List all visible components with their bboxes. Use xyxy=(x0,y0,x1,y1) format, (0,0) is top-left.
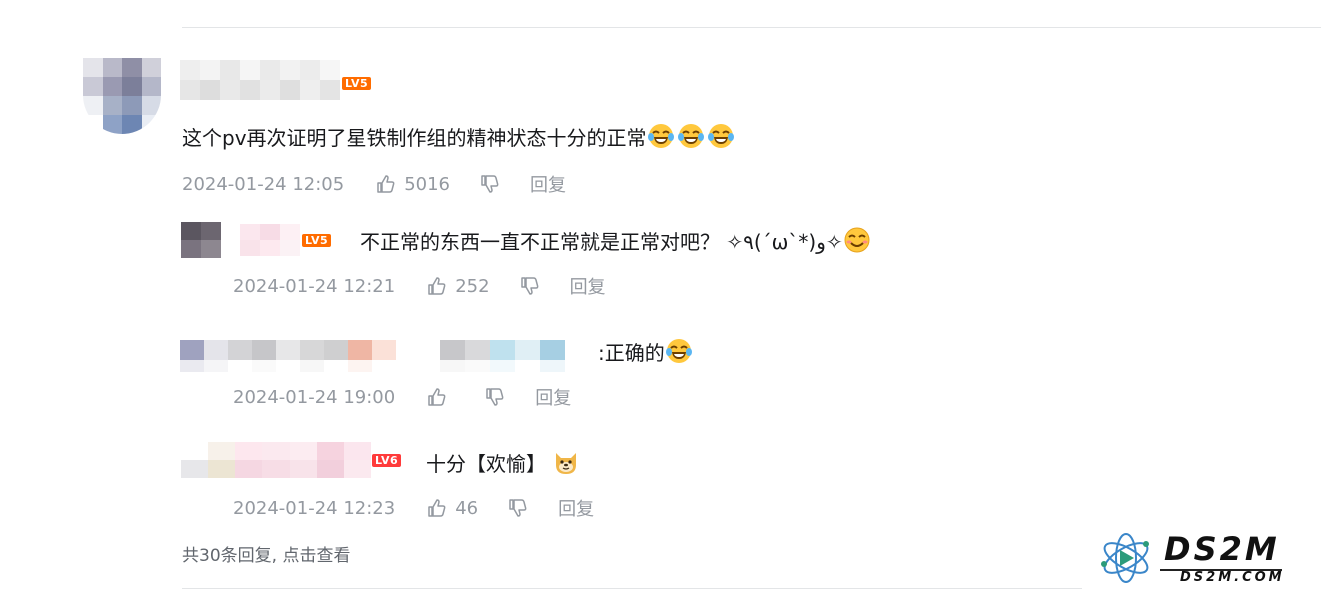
thumbs-up-icon xyxy=(428,388,446,406)
reply-button[interactable]: 回复 xyxy=(535,384,571,410)
watermark-title: DS2M xyxy=(1164,530,1280,568)
reply-button[interactable]: 回复 xyxy=(570,273,606,299)
reply-text: 不正常的东西一直不正常就是正常对吧？ ✧٩(ˊωˋ*)و✧ xyxy=(360,226,873,256)
like-button[interactable]: 46 xyxy=(427,498,508,519)
top-divider xyxy=(182,27,1321,28)
reply-text: :正确的 xyxy=(598,337,695,367)
doge-emoji xyxy=(556,453,576,474)
like-count: 5016 xyxy=(404,173,451,195)
level-badge: LV5 xyxy=(302,234,332,247)
reply-meta: 2024-01-24 12:21 252 回复 xyxy=(233,273,606,299)
laughing-tears-emoji xyxy=(665,339,692,363)
thumbs-down-icon xyxy=(509,499,527,517)
username[interactable] xyxy=(180,60,340,100)
reply-time: 2024-01-24 12:21 xyxy=(233,275,396,297)
dislike-button[interactable] xyxy=(480,174,500,194)
comment-time: 2024-01-24 12:05 xyxy=(182,173,345,195)
reply-meta: 2024-01-24 19:00 回复 xyxy=(233,384,571,410)
blush-smile-emoji xyxy=(844,227,870,253)
reply-username[interactable] xyxy=(181,442,371,478)
thumbs-up-icon xyxy=(428,277,446,295)
thumbs-down-icon xyxy=(486,388,504,406)
reply-avatar[interactable] xyxy=(181,222,221,258)
reply-text: 十分【欢愉】 xyxy=(426,448,582,478)
thumbs-down-icon xyxy=(520,277,538,295)
laughing-tears-emoji xyxy=(707,124,734,148)
watermark: DS2M DS2M.COM xyxy=(1096,528,1310,588)
mentioned-username[interactable] xyxy=(440,340,590,372)
view-all-replies-link[interactable]: 共30条回复, 点击查看 xyxy=(182,541,350,566)
like-count: 46 xyxy=(455,497,479,519)
laughing-tears-emoji xyxy=(677,124,704,148)
reply-button[interactable]: 回复 xyxy=(558,495,594,521)
like-count: 252 xyxy=(455,275,490,297)
comment-text: 这个pv再次证明了星铁制作组的精神状态十分的正常 xyxy=(182,122,737,152)
like-button[interactable]: 5016 xyxy=(376,174,480,195)
reply-time: 2024-01-24 12:23 xyxy=(233,497,396,519)
avatar[interactable] xyxy=(83,58,161,134)
thumbs-up-icon xyxy=(377,175,395,193)
reply-button[interactable]: 回复 xyxy=(530,171,566,197)
thumbs-down-icon xyxy=(481,175,499,193)
laughing-tears-emoji xyxy=(647,124,674,148)
reply-username[interactable] xyxy=(180,340,420,372)
level-badge: LV6 xyxy=(372,454,402,467)
reply-time: 2024-01-24 19:00 xyxy=(233,386,396,408)
thumbs-up-icon xyxy=(428,499,446,517)
bottom-divider xyxy=(182,588,1082,589)
reply-content: 十分【欢愉】 xyxy=(426,452,546,476)
dislike-button[interactable] xyxy=(520,276,540,296)
reply-content: 不正常的东西一直不正常就是正常对吧？ ✧٩(ˊωˋ*)و✧ xyxy=(360,230,843,254)
reply-username[interactable] xyxy=(240,224,300,256)
watermark-subtitle: DS2M.COM xyxy=(1180,570,1285,585)
dislike-button[interactable] xyxy=(508,498,528,518)
comment-meta: 2024-01-24 12:05 5016 回复 xyxy=(182,171,566,197)
like-button[interactable] xyxy=(427,387,485,407)
reply-meta: 2024-01-24 12:23 46 回复 xyxy=(233,495,594,521)
level-badge: LV5 xyxy=(342,77,372,90)
dislike-button[interactable] xyxy=(485,387,505,407)
like-button[interactable]: 252 xyxy=(427,276,519,297)
reply-content: :正确的 xyxy=(598,341,665,365)
comment-content: 这个pv再次证明了星铁制作组的精神状态十分的正常 xyxy=(182,126,647,150)
